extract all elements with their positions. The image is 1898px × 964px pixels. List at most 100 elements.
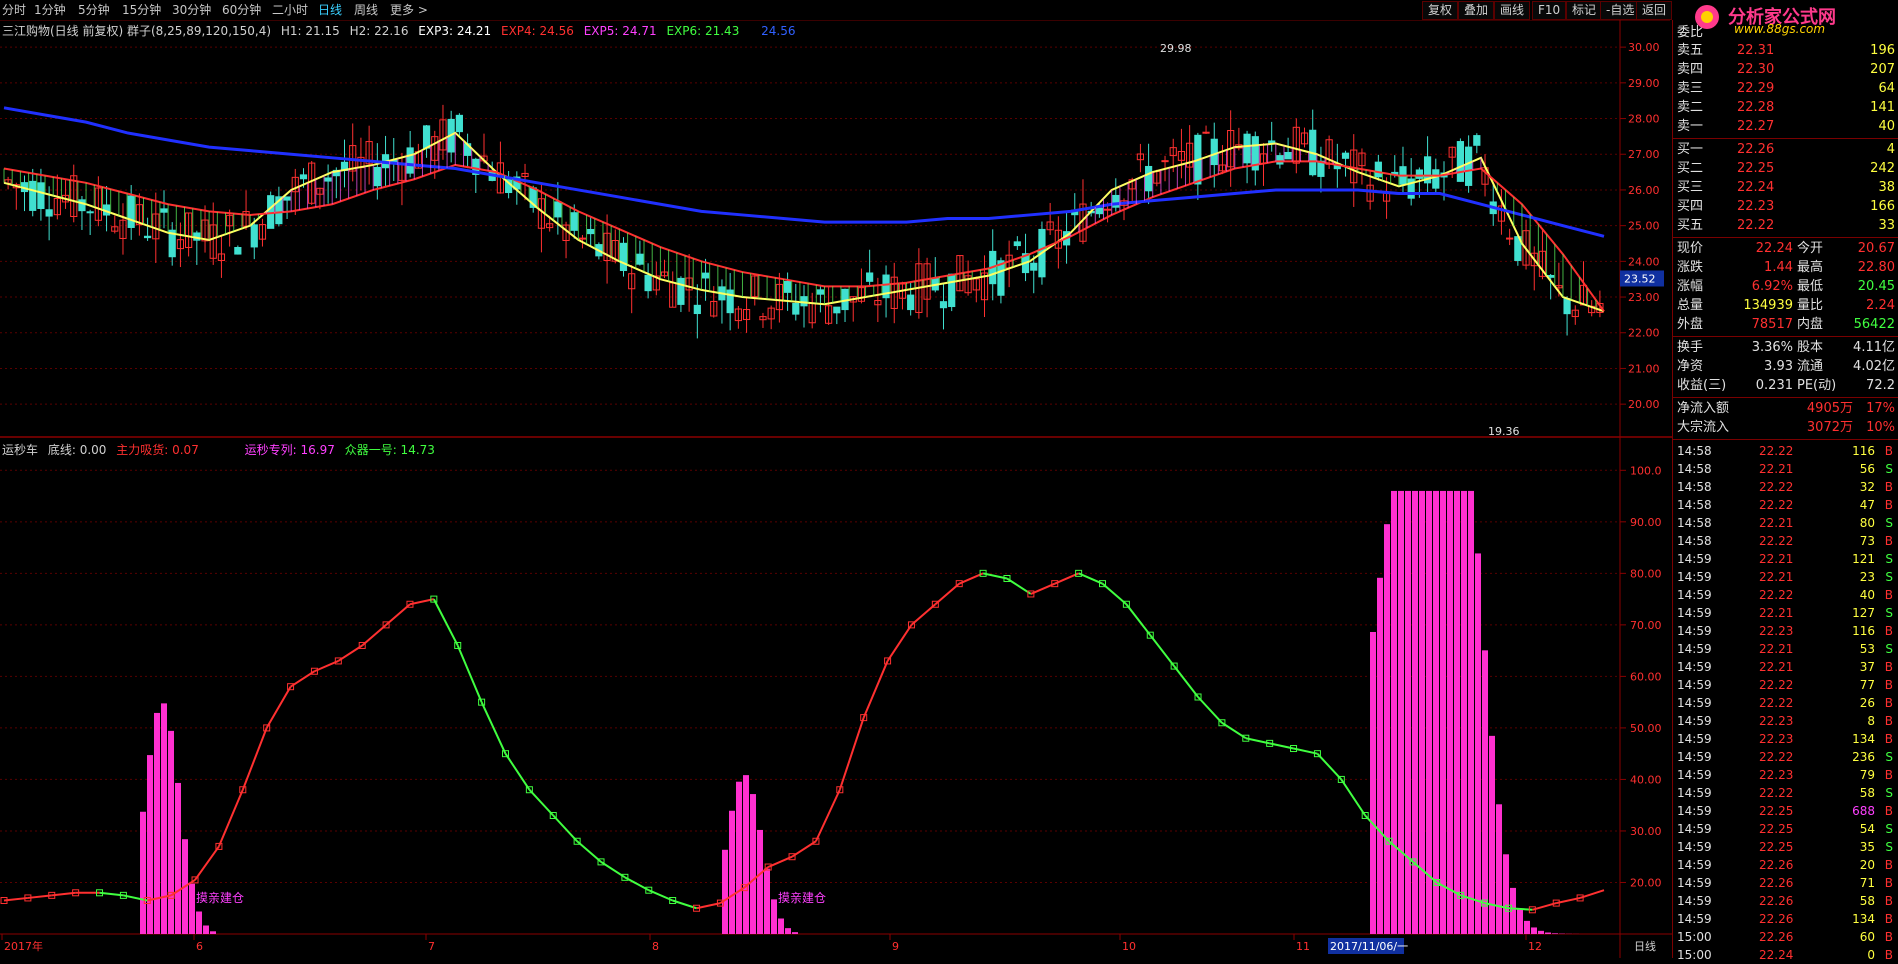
divider [1673,138,1898,139]
tick-price: 22.26 [1759,856,1793,874]
flow-row: 净流入额4905万17% [1673,400,1898,418]
tick-price: 22.24 [1759,946,1793,964]
buy-price: 22.22 [1737,217,1774,235]
tick-row[interactable]: 14:5922.2554S [1673,820,1898,838]
buy-row: 买五22.2233 [1673,217,1898,235]
tick-volume: 71 [1860,874,1875,892]
tick-row[interactable]: 14:5822.22116B [1673,442,1898,460]
tick-row[interactable]: 14:5922.23134B [1673,730,1898,748]
tick-row[interactable]: 14:5922.21121S [1673,550,1898,568]
sub-axis: 100.090.0080.0070.0060.0050.0040.0030.00… [1620,464,1662,889]
tick-row[interactable]: 15:0022.2660B [1673,928,1898,946]
tick-row[interactable]: 14:5922.2240B [1673,586,1898,604]
volume-bar [750,794,756,934]
tick-row[interactable]: 14:5822.2247B [1673,496,1898,514]
buy-label: 买二 [1677,160,1703,178]
tick-row[interactable]: 14:5922.2137B [1673,658,1898,676]
period-tab-3[interactable]: 15分钟 [122,2,161,18]
period-tab-7[interactable]: 日线 [318,2,342,18]
toolbar-button-6[interactable]: 返回 [1636,1,1672,20]
tick-row[interactable]: 14:5922.2226B [1673,694,1898,712]
tick-row[interactable]: 14:5922.2153S [1673,640,1898,658]
kline-chart[interactable]: 30.0029.0028.0027.0026.0025.0024.0023.00… [0,20,1672,958]
tick-price: 22.21 [1759,550,1793,568]
indicator-segment [52,893,76,896]
tick-row[interactable]: 14:5922.25688B [1673,802,1898,820]
tick-row[interactable]: 14:5922.2620B [1673,856,1898,874]
tick-row[interactable]: 14:5822.2156S [1673,460,1898,478]
toolbar-button-5[interactable]: -自选 [1600,1,1640,20]
tick-row[interactable]: 14:5922.2379B [1673,766,1898,784]
indicator-segment [505,754,529,790]
toolbar-button-0[interactable]: 复权 [1422,1,1458,20]
tick-side: B [1885,766,1893,784]
tick-time: 14:58 [1677,460,1712,478]
toolbar-button-3[interactable]: F10 [1532,1,1566,20]
tick-side: S [1885,514,1893,532]
toolbar-button-2[interactable]: 画线 [1494,1,1530,20]
volume-bar [764,869,770,934]
tick-time: 14:59 [1677,712,1712,730]
indicator-segment [1150,635,1174,666]
candle-body [374,167,380,185]
period-tab-0[interactable]: 分时 [2,2,26,18]
tick-volume: 79 [1860,766,1875,784]
period-tab-2[interactable]: 5分钟 [78,2,110,18]
volume-bar [778,918,784,934]
tick-time: 14:59 [1677,622,1712,640]
candle-body [87,212,93,213]
order-ratio-row: 委比 [1673,24,1898,42]
period-tab-8[interactable]: 周线 [354,2,378,18]
tick-row[interactable]: 14:5822.2232B [1673,478,1898,496]
tick-row[interactable]: 15:0022.240B [1673,946,1898,964]
tick-price: 22.21 [1759,568,1793,586]
indicator-segment [1341,779,1365,815]
buy-label: 买三 [1677,179,1703,197]
indicator-segment [1007,579,1031,594]
tick-row[interactable]: 14:5922.2258S [1673,784,1898,802]
period-tab-9[interactable]: 更多 > [390,2,428,18]
tick-price: 22.21 [1759,460,1793,478]
tick-row[interactable]: 14:5922.26134B [1673,910,1898,928]
period-tab-1[interactable]: 1分钟 [34,2,66,18]
tick-row[interactable]: 14:5822.2273B [1673,532,1898,550]
sub-tick-label: 100.0 [1630,464,1662,477]
toolbar-button-4[interactable]: 标记 [1566,1,1602,20]
tick-price: 22.25 [1759,838,1793,856]
buy-volume: 242 [1870,160,1895,178]
tick-side: S [1885,460,1893,478]
tick-row[interactable]: 14:5922.2671B [1673,874,1898,892]
candle-body [1416,170,1422,178]
tick-row[interactable]: 14:5922.22236S [1673,748,1898,766]
tick-row[interactable]: 14:5922.21127S [1673,604,1898,622]
buy-volume: 166 [1870,198,1895,216]
quote-label: 涨幅 [1677,278,1703,296]
tick-row[interactable]: 14:5922.23116B [1673,622,1898,640]
tick-row[interactable]: 14:5922.2123S [1673,568,1898,586]
tick-time: 14:59 [1677,568,1712,586]
tick-row[interactable]: 14:5922.2658B [1673,892,1898,910]
tick-volume: 77 [1860,676,1875,694]
candle-body [1269,141,1275,143]
buy-row: 买二22.25242 [1673,160,1898,178]
tick-price: 22.21 [1759,658,1793,676]
date-period-label: 日线 [1634,939,1656,953]
date-label: 8 [652,940,659,953]
divider [1673,237,1898,238]
tick-time: 14:59 [1677,640,1712,658]
tick-row[interactable]: 14:5922.238B [1673,712,1898,730]
tick-volume: 32 [1860,478,1875,496]
volume-bar [1531,927,1537,934]
toolbar-button-1[interactable]: 叠加 [1458,1,1494,20]
period-tab-5[interactable]: 60分钟 [222,2,261,18]
quote-value: 4.02亿 [1853,358,1895,376]
volume-bar [161,703,167,934]
tick-side: B [1885,478,1893,496]
period-tab-4[interactable]: 30分钟 [172,2,211,18]
tick-side: B [1885,658,1893,676]
tick-row[interactable]: 14:5922.2535S [1673,838,1898,856]
period-tab-6[interactable]: 二小时 [272,2,308,18]
volume-bar [1426,491,1432,934]
tick-row[interactable]: 14:5822.2180S [1673,514,1898,532]
tick-row[interactable]: 14:5922.2277B [1673,676,1898,694]
